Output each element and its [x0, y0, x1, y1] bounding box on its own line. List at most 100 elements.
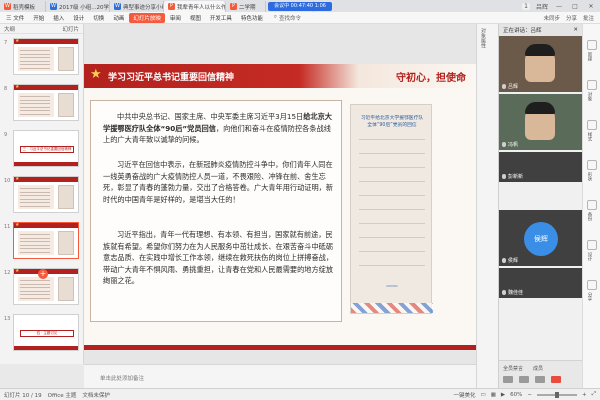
participant-tile[interactable]: 冯帆: [499, 94, 583, 150]
thumb-text-line: [20, 191, 50, 193]
thumb-text-line: [20, 99, 50, 101]
paragraph-3[interactable]: 习近平指出，青年一代有理想、有本领、有担当，国家就有前途，民族就有希望。希望你们…: [103, 229, 333, 287]
search-icon: ⌕: [273, 14, 277, 20]
add-slide-button[interactable]: +: [38, 269, 48, 279]
beautify-button[interactable]: 一键美化: [453, 391, 475, 399]
zoom-value[interactable]: 60%: [510, 392, 522, 398]
slide-title[interactable]: 学习习近平总书记重要回信精神: [108, 70, 234, 83]
menu-right-item-0[interactable]: 未同步: [543, 14, 560, 22]
letter-poster-image[interactable]: 习近平给北京大学援鄂医疗队全体“90后”党员的回信 ▭▭▭: [350, 104, 433, 314]
zoom-slider[interactable]: [536, 391, 577, 398]
sidebar-tool-label[interactable]: 新建: [586, 52, 592, 61]
zoom-out-icon[interactable]: −: [527, 392, 532, 398]
thumb-text-line: [20, 297, 50, 299]
poster-line: [359, 181, 425, 182]
sidebar-tool-icon[interactable]: [587, 240, 597, 250]
notes-placeholder[interactable]: 单击此处添加备注: [100, 374, 144, 382]
poster-line: [359, 195, 425, 196]
thumb-text-line: [20, 294, 50, 295]
paragraph-2[interactable]: 习近平在回信中表示，在新冠肺炎疫情防控斗争中，你们青年人同在一线英勇奋战的广大疫…: [103, 159, 333, 205]
mic-button[interactable]: [503, 376, 513, 383]
sidebar-tool-label[interactable]: 样式: [586, 132, 592, 141]
tab-2[interactable]: W典型事迹分享小组.docx: [110, 1, 164, 12]
properties-label[interactable]: 对象属性: [480, 28, 487, 48]
zoom-in-icon[interactable]: +: [582, 392, 587, 398]
participant-hair: [525, 102, 555, 114]
menu-right-item-1[interactable]: 分享: [566, 14, 577, 22]
meeting-status-banner[interactable]: 会议中 00:47:40 1:06: [268, 2, 332, 11]
fit-window-icon[interactable]: ⤢: [592, 391, 596, 398]
participant-tile[interactable]: 魏佳佳: [499, 268, 583, 298]
normal-view-icon[interactable]: ▭: [481, 392, 486, 398]
menu-item-8[interactable]: 视图: [186, 13, 205, 23]
maximize-icon[interactable]: □: [570, 3, 580, 10]
sidebar-tool-label[interactable]: 分享: [586, 292, 592, 301]
mute-all-button[interactable]: 全员禁言: [503, 365, 523, 372]
menu-item-0[interactable]: 三 文件: [2, 13, 28, 23]
menu-item-3[interactable]: 设计: [69, 13, 88, 23]
thumb-text-line: [20, 280, 50, 281]
sidebar-tool-icon[interactable]: [587, 120, 597, 130]
share-screen-button[interactable]: [535, 376, 545, 383]
sidebar-tool-icon[interactable]: [587, 40, 597, 50]
menu-item-5[interactable]: 动画: [109, 13, 128, 23]
sidebar-tool-label[interactable]: 设计: [586, 252, 592, 261]
thumb-text-line: [20, 188, 50, 189]
paragraph-1[interactable]: 中共中央总书记、国家主席、中央军委主席习近平3月15日给北京大学援鄂医疗队全体“…: [103, 111, 333, 146]
outline-tab[interactable]: 大纲: [4, 25, 15, 33]
thumb-text-line: [20, 234, 50, 235]
menu-item-2[interactable]: 插入: [49, 13, 68, 23]
text-frame[interactable]: 中共中央总书记、国家主席、中央军委主席习近平3月15日给北京大学援鄂医疗队全体“…: [90, 100, 342, 322]
command-search[interactable]: ⌕ 查找命令: [274, 14, 301, 22]
menu-item-4[interactable]: 切换: [89, 13, 108, 23]
menu-item-7[interactable]: 审阅: [166, 13, 185, 23]
tab-4[interactable]: P 二学期: [226, 1, 266, 12]
sidebar-tool-icon[interactable]: [587, 80, 597, 90]
sidebar-tool-label[interactable]: 备份: [586, 212, 592, 221]
notes-pane[interactable]: 单击此处添加备注: [84, 364, 476, 388]
tab-3[interactable]: P我辈青年人以什么作为: [164, 1, 226, 12]
slide-thumbnail[interactable]: 10 ★: [0, 174, 84, 216]
sidebar-tool-icon[interactable]: [587, 160, 597, 170]
menu-item-1[interactable]: 开始: [29, 13, 48, 23]
sidebar-tool-label[interactable]: 形状: [586, 172, 592, 181]
leave-meeting-button[interactable]: [551, 376, 561, 383]
slide-thumbnail[interactable]: 13 四 · 主题讨论: [0, 312, 84, 354]
sorter-view-icon[interactable]: ▦: [491, 392, 496, 398]
close-window-icon[interactable]: ✕: [586, 3, 596, 10]
menu-right-item-2[interactable]: 批注: [583, 14, 594, 22]
members-button[interactable]: 成员: [533, 365, 543, 372]
participant-tile[interactable]: 侯辉 侯辉: [499, 210, 583, 266]
zoom-knob[interactable]: [554, 391, 559, 398]
thumb-text-line: [20, 67, 50, 69]
sidebar-tool-icon[interactable]: [587, 200, 597, 210]
slide-thumbnail[interactable]: 9 三 · 习近平总书记重要回信精神: [0, 128, 84, 170]
slide-thumbnail[interactable]: 8 ★: [0, 82, 84, 124]
slide-thumbnail[interactable]: 7 ★: [0, 36, 84, 78]
notification-badge[interactable]: 1: [522, 2, 530, 10]
camera-button[interactable]: [519, 376, 529, 383]
sidebar-tool-label[interactable]: 对象: [586, 92, 592, 101]
minimize-icon[interactable]: —: [554, 3, 564, 10]
participant-name-tag: 吕辉: [502, 83, 518, 90]
menu-item-9[interactable]: 开发工具: [206, 13, 236, 23]
participant-tile[interactable]: 彭新新: [499, 152, 583, 182]
tab-0[interactable]: W 稻壳模板: [0, 1, 46, 12]
participant-tile[interactable]: 吕辉: [499, 36, 583, 92]
play-icon[interactable]: ▶: [501, 392, 505, 398]
tab-1[interactable]: W2017级 小组...20学年第二学期: [46, 1, 110, 12]
poster-line: [359, 139, 425, 140]
status-bar: 幻灯片 10 / 19 Office 主题 文档未保护 一键美化 ▭ ▦ ▶ 6…: [0, 388, 600, 400]
theme-name[interactable]: Office 主题: [48, 391, 77, 399]
slides-tab[interactable]: 幻灯片: [62, 25, 79, 33]
close-icon[interactable]: ✕: [573, 27, 578, 33]
sidebar-tool-icon[interactable]: [587, 280, 597, 290]
slide[interactable]: ★ 学习习近平总书记重要回信精神 守初心，担使命 中共中央总书记、国家主席、中央…: [84, 64, 476, 350]
slide-thumbnail[interactable]: 11 ★: [0, 220, 84, 262]
menu-item-10[interactable]: 特色功能: [237, 13, 267, 23]
menu-item-6[interactable]: 幻灯片放映: [129, 12, 165, 23]
user-name[interactable]: 吕辉: [536, 2, 548, 11]
menu-bar: 三 文件 开始 插入 设计 切换 动画 幻灯片放映 审阅 视图 开发工具 特色功能 ⌕ 查找命令 未同步分…: [0, 12, 600, 24]
slide-slogan[interactable]: 守初心，担使命: [396, 69, 466, 84]
protect-status[interactable]: 文档未保护: [82, 391, 110, 399]
